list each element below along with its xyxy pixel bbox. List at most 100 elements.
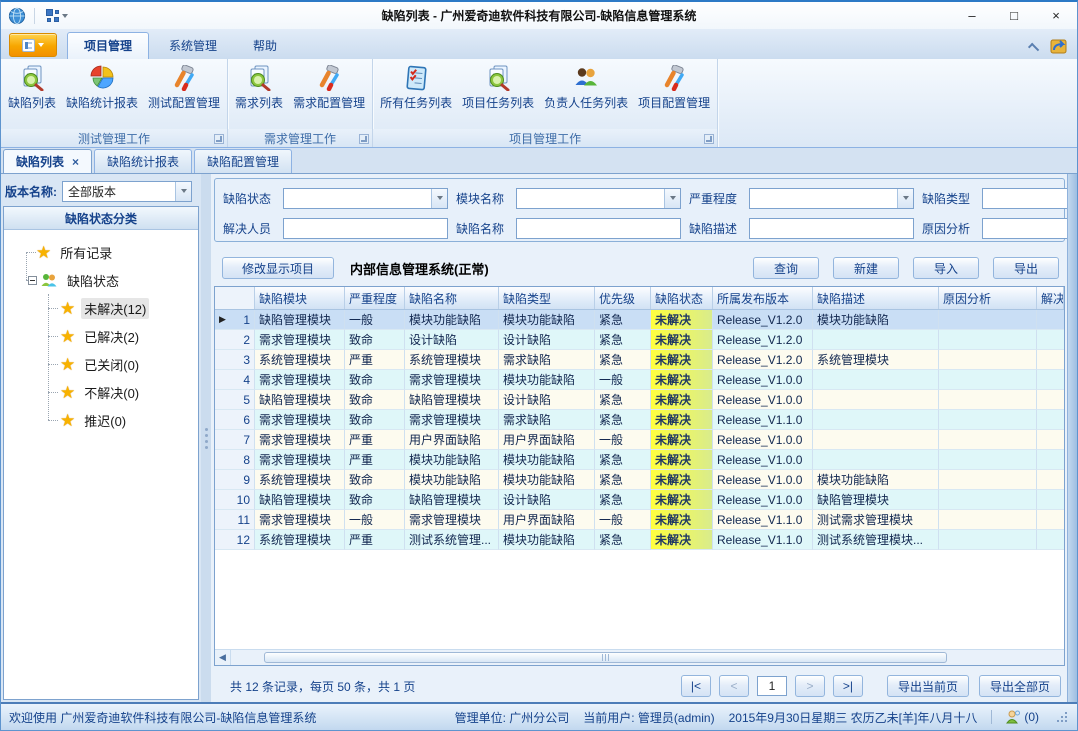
- cell-priority[interactable]: 一般: [595, 370, 651, 390]
- cell-version[interactable]: Release_V1.2.0: [713, 330, 813, 350]
- cell-cause[interactable]: [939, 410, 1037, 430]
- cell-version[interactable]: Release_V1.1.0: [713, 510, 813, 530]
- header-name[interactable]: 缺陷名称: [405, 287, 499, 309]
- cell-solution[interactable]: [1037, 490, 1064, 510]
- cell-priority[interactable]: 一般: [595, 430, 651, 450]
- cause-analysis-input[interactable]: [982, 218, 1078, 239]
- cell-name[interactable]: 需求管理模块: [405, 410, 499, 430]
- header-version[interactable]: 所属发布版本: [713, 287, 813, 309]
- header-severity[interactable]: 严重程度: [345, 287, 405, 309]
- row-number-cell[interactable]: 8: [215, 450, 255, 470]
- cell-cause[interactable]: [939, 430, 1037, 450]
- cell-description[interactable]: 缺陷管理模块: [813, 490, 939, 510]
- cell-module[interactable]: 需求管理模块: [255, 510, 345, 530]
- cell-module[interactable]: 需求管理模块: [255, 330, 345, 350]
- cell-name[interactable]: 用户界面缺陷: [405, 430, 499, 450]
- export-current-page-button[interactable]: 导出当前页: [887, 675, 969, 697]
- ribbon-tab-help[interactable]: 帮助: [237, 33, 293, 59]
- cell-severity[interactable]: 致命: [345, 410, 405, 430]
- cell-version[interactable]: Release_V1.0.0: [713, 370, 813, 390]
- test-config-button[interactable]: 测试配置管理: [143, 62, 225, 113]
- cell-status[interactable]: 未解决: [651, 390, 713, 410]
- project-tasks-button[interactable]: 项目任务列表: [457, 62, 539, 113]
- project-config-button[interactable]: 项目配置管理: [633, 62, 715, 113]
- tree-item-postponed[interactable]: ★ 推迟(0): [46, 406, 194, 434]
- cell-status[interactable]: 未解决: [651, 490, 713, 510]
- modify-columns-button[interactable]: 修改显示项目: [222, 257, 334, 279]
- cell-status[interactable]: 未解决: [651, 310, 713, 330]
- cell-module[interactable]: 系统管理模块: [255, 530, 345, 550]
- cell-solution[interactable]: [1037, 350, 1064, 370]
- cell-description[interactable]: 模块功能缺陷: [813, 310, 939, 330]
- scrollbar-track[interactable]: [231, 650, 1064, 665]
- cell-type[interactable]: 用户界面缺陷: [499, 430, 595, 450]
- dialog-launcher-icon[interactable]: [359, 134, 369, 144]
- close-button[interactable]: ×: [1035, 2, 1077, 29]
- first-page-button[interactable]: |<: [681, 675, 711, 697]
- cell-severity[interactable]: 一般: [345, 510, 405, 530]
- chevron-down-icon[interactable]: [897, 189, 913, 208]
- header-description[interactable]: 缺陷描述: [813, 287, 939, 309]
- cell-type[interactable]: 模块功能缺陷: [499, 470, 595, 490]
- cell-description[interactable]: 测试需求管理模块: [813, 510, 939, 530]
- cell-severity[interactable]: 致命: [345, 370, 405, 390]
- cell-module[interactable]: 需求管理模块: [255, 370, 345, 390]
- doc-tab-defect-list[interactable]: 缺陷列表 ×: [3, 149, 92, 173]
- cell-severity[interactable]: 致命: [345, 490, 405, 510]
- cell-priority[interactable]: 紧急: [595, 410, 651, 430]
- cell-name[interactable]: 模块功能缺陷: [405, 310, 499, 330]
- cell-description[interactable]: 系统管理模块: [813, 350, 939, 370]
- header-type[interactable]: 缺陷类型: [499, 287, 595, 309]
- cell-severity[interactable]: 致命: [345, 330, 405, 350]
- defect-report-button[interactable]: 缺陷统计报表: [61, 62, 143, 113]
- cell-name[interactable]: 系统管理模块: [405, 350, 499, 370]
- cell-severity[interactable]: 严重: [345, 530, 405, 550]
- table-row[interactable]: 3 系统管理模块 严重 系统管理模块 需求缺陷 紧急 未解决 Release_V…: [215, 350, 1064, 370]
- query-button[interactable]: 查询: [753, 257, 819, 279]
- collapse-toggle-icon[interactable]: [28, 276, 37, 285]
- cell-cause[interactable]: [939, 450, 1037, 470]
- cell-solution[interactable]: [1037, 510, 1064, 530]
- about-icon[interactable]: [1050, 39, 1067, 54]
- cell-type[interactable]: 设计缺陷: [499, 490, 595, 510]
- tree-item-wontfix[interactable]: ★ 不解决(0): [46, 378, 194, 406]
- row-number-cell[interactable]: 7: [215, 430, 255, 450]
- defect-desc-input[interactable]: [749, 218, 914, 239]
- row-number-cell[interactable]: 10: [215, 490, 255, 510]
- cell-solution[interactable]: [1037, 390, 1064, 410]
- row-number-cell[interactable]: 5: [215, 390, 255, 410]
- header-solution[interactable]: 解决: [1037, 287, 1064, 309]
- next-page-button[interactable]: >: [795, 675, 825, 697]
- defect-name-input[interactable]: [516, 218, 681, 239]
- cell-severity[interactable]: 严重: [345, 450, 405, 470]
- cell-priority[interactable]: 一般: [595, 510, 651, 530]
- tree-item-unresolved[interactable]: ★ 未解决(12): [46, 294, 194, 322]
- cell-module[interactable]: 需求管理模块: [255, 450, 345, 470]
- cell-priority[interactable]: 紧急: [595, 490, 651, 510]
- cell-status[interactable]: 未解决: [651, 510, 713, 530]
- table-row[interactable]: 10 缺陷管理模块 致命 缺陷管理模块 设计缺陷 紧急 未解决 Release_…: [215, 490, 1064, 510]
- quick-access-toolbar-button[interactable]: [42, 7, 72, 24]
- new-button[interactable]: 新建: [833, 257, 899, 279]
- resolver-input[interactable]: [283, 218, 448, 239]
- cell-module[interactable]: 需求管理模块: [255, 410, 345, 430]
- row-number-cell[interactable]: 11: [215, 510, 255, 530]
- cell-status[interactable]: 未解决: [651, 410, 713, 430]
- prev-page-button[interactable]: <: [719, 675, 749, 697]
- table-row[interactable]: ▶1 缺陷管理模块 一般 模块功能缺陷 模块功能缺陷 紧急 未解决 Releas…: [215, 310, 1064, 330]
- cell-cause[interactable]: [939, 350, 1037, 370]
- cell-solution[interactable]: [1037, 530, 1064, 550]
- collapse-ribbon-icon[interactable]: [1028, 42, 1039, 53]
- cell-solution[interactable]: [1037, 470, 1064, 490]
- row-number-cell[interactable]: 2: [215, 330, 255, 350]
- close-icon[interactable]: ×: [72, 155, 79, 169]
- cell-name[interactable]: 测试系统管理...: [405, 530, 499, 550]
- cell-solution[interactable]: [1037, 450, 1064, 470]
- doc-tab-defect-config[interactable]: 缺陷配置管理: [194, 149, 292, 173]
- cell-priority[interactable]: 紧急: [595, 530, 651, 550]
- horizontal-scrollbar[interactable]: ◀: [215, 649, 1064, 665]
- cell-status[interactable]: 未解决: [651, 330, 713, 350]
- minimize-button[interactable]: –: [951, 2, 993, 29]
- table-row[interactable]: 8 需求管理模块 严重 模块功能缺陷 模块功能缺陷 紧急 未解决 Release…: [215, 450, 1064, 470]
- cell-severity[interactable]: 致命: [345, 390, 405, 410]
